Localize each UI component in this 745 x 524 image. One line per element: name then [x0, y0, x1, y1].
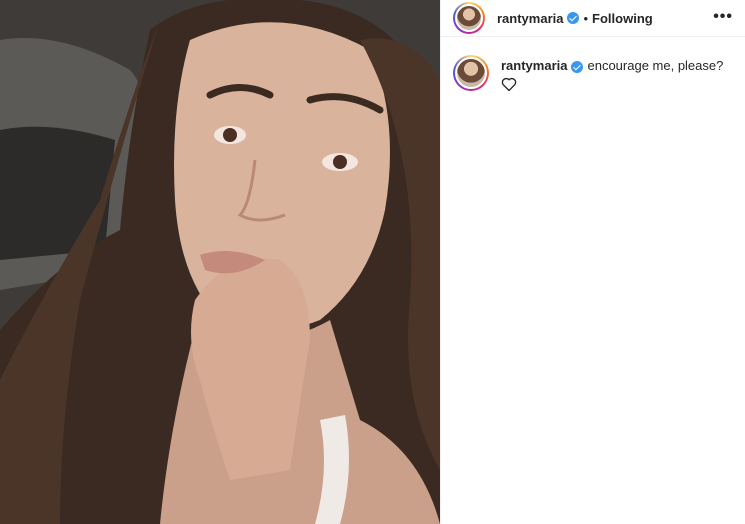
verified-badge-icon — [567, 12, 580, 24]
selfie-image — [0, 0, 440, 524]
caption-text: encourage me, please? — [587, 58, 724, 73]
caption-avatar[interactable] — [453, 55, 489, 91]
verified-badge-icon — [571, 60, 584, 73]
instagram-post: rantymaria • Following ••• rantymaria enc… — [0, 0, 745, 524]
separator-dot: • — [583, 10, 589, 26]
caption-username-link[interactable]: rantymaria — [501, 58, 567, 73]
following-button[interactable]: Following — [592, 11, 653, 26]
caption-comment: rantymaria encourage me, please? — [441, 37, 745, 92]
username-link[interactable]: rantymaria — [497, 11, 563, 26]
post-photo[interactable] — [0, 0, 440, 524]
avatar-image — [455, 4, 483, 32]
post-sidebar: rantymaria • Following ••• rantymaria enc… — [440, 0, 745, 524]
caption-avatar-image — [455, 57, 487, 89]
post-header: rantymaria • Following ••• — [441, 0, 745, 37]
caption-body: rantymaria encourage me, please? — [501, 57, 723, 92]
heart-icon[interactable] — [501, 77, 517, 92]
avatar[interactable] — [453, 2, 485, 34]
more-options-icon[interactable]: ••• — [713, 8, 733, 26]
